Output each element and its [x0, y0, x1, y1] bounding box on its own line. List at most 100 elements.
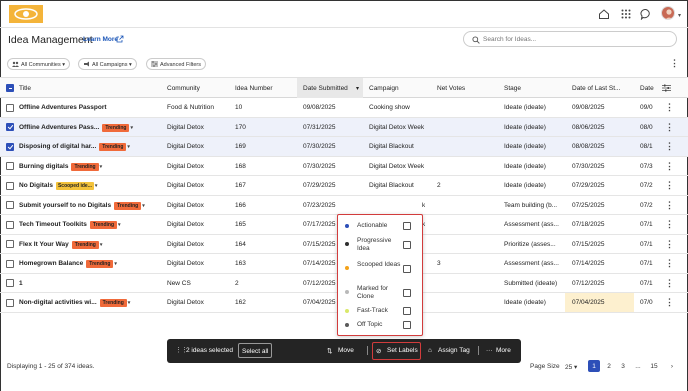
- kebab-icon[interactable]: ⋮: [665, 200, 674, 211]
- idea-title-cell[interactable]: Non-digital activities wi... Trending ▾: [19, 299, 165, 307]
- kebab-icon[interactable]: ⋮: [665, 141, 674, 152]
- row-checkbox[interactable]: [6, 103, 14, 112]
- label-checkbox[interactable]: [403, 241, 411, 249]
- column-header-community[interactable]: Community: [167, 85, 200, 92]
- advanced-filters-button[interactable]: Advanced Filters: [146, 58, 206, 70]
- idea-title[interactable]: Flex It Your Way: [19, 241, 69, 248]
- kebab-icon[interactable]: ⋮: [665, 180, 674, 191]
- row-checkbox[interactable]: [6, 162, 14, 170]
- idea-title-cell[interactable]: Homegrown Balance Trending ▾: [19, 260, 165, 268]
- table-row[interactable]: Submit yourself to no Digitals Trending ▾ D…: [0, 196, 688, 215]
- page-button-3[interactable]: 3: [617, 360, 629, 372]
- logo[interactable]: [9, 5, 43, 23]
- table-row[interactable]: Burning digitals Trending ▾ Digital Detox 16…: [0, 157, 688, 176]
- page-button-15[interactable]: 15: [648, 360, 660, 372]
- learn-more-link[interactable]: Learn More: [83, 36, 118, 43]
- kebab-icon[interactable]: ⋮: [670, 58, 679, 69]
- more-button[interactable]: More: [496, 347, 511, 354]
- idea-title[interactable]: Offline Adventures Passport: [19, 104, 107, 111]
- column-header-date[interactable]: Date: [640, 85, 654, 92]
- tag-badge[interactable]: Trending: [86, 260, 114, 268]
- idea-title[interactable]: Offline Adventures Pass...: [19, 124, 99, 131]
- chevron-down-icon[interactable]: ▾: [114, 261, 117, 267]
- chevron-down-icon[interactable]: ▾: [142, 203, 145, 209]
- next-page-icon[interactable]: ›: [666, 360, 678, 372]
- kebab-icon[interactable]: ⋮: [665, 297, 674, 308]
- idea-title[interactable]: Homegrown Balance: [19, 260, 83, 267]
- idea-title[interactable]: Non-digital activities wi...: [19, 299, 97, 306]
- kebab-icon[interactable]: ⋮: [665, 239, 674, 250]
- row-checkbox[interactable]: [6, 240, 14, 248]
- idea-title[interactable]: Burning digitals: [19, 163, 68, 170]
- table-row[interactable]: Disposing of digital har... Trending ▾ Digi…: [0, 137, 688, 157]
- kebab-icon[interactable]: ⋮: [665, 161, 674, 172]
- kebab-icon[interactable]: ⋮: [665, 122, 674, 133]
- row-checkbox[interactable]: [6, 123, 14, 131]
- idea-title-cell[interactable]: No Digitals Scooped ide... ▾: [19, 182, 165, 190]
- kebab-icon[interactable]: ⋮: [665, 102, 674, 113]
- tag-badge[interactable]: Trending: [89, 221, 118, 229]
- row-checkbox[interactable]: [6, 201, 14, 209]
- move-icon[interactable]: ⇅: [327, 347, 332, 355]
- kebab-icon[interactable]: ⋮: [665, 278, 674, 289]
- column-header-title[interactable]: Title: [19, 85, 31, 92]
- label-checkbox[interactable]: [403, 289, 411, 297]
- select-all-button[interactable]: Select all: [238, 343, 273, 358]
- label-checkbox[interactable]: [403, 222, 411, 230]
- apps-grid-icon[interactable]: [620, 8, 632, 20]
- idea-title[interactable]: 1: [19, 280, 23, 287]
- row-checkbox[interactable]: [6, 279, 14, 287]
- external-link-icon[interactable]: [116, 35, 124, 43]
- table-row[interactable]: Offline Adventures Passport Food & Nutrit…: [0, 98, 688, 118]
- table-row[interactable]: No Digitals Scooped ide... ▾ Digital Detox 1…: [0, 176, 688, 196]
- tag-badge[interactable]: Trending: [99, 299, 127, 307]
- idea-title-cell[interactable]: Offline Adventures Passport: [19, 104, 165, 111]
- row-checkbox[interactable]: [6, 259, 14, 268]
- idea-title-cell[interactable]: Tech Timeout Toolkits Trending ▾: [19, 221, 165, 229]
- label-checkbox[interactable]: [403, 321, 411, 329]
- tag-badge[interactable]: Trending: [71, 162, 99, 171]
- idea-title-cell[interactable]: Offline Adventures Pass... Trending ▾: [19, 123, 165, 132]
- chevron-down-icon[interactable]: ▾: [95, 183, 98, 189]
- home-icon[interactable]: [598, 8, 610, 20]
- chevron-down-icon[interactable]: ▾: [678, 12, 681, 19]
- assign-tag-button[interactable]: Assign Tag: [438, 347, 470, 354]
- kebab-icon[interactable]: ⋮: [665, 219, 674, 230]
- idea-title-cell[interactable]: Burning digitals Trending ▾: [19, 162, 165, 171]
- row-checkbox[interactable]: [6, 298, 14, 307]
- idea-title-cell[interactable]: Flex It Your Way Trending ▾: [19, 240, 165, 249]
- label-checkbox[interactable]: [403, 265, 411, 273]
- settings-sliders-icon[interactable]: [662, 84, 671, 92]
- tag-badge[interactable]: Trending: [99, 143, 127, 151]
- row-checkbox[interactable]: [6, 142, 14, 151]
- search-box[interactable]: [463, 31, 677, 47]
- label-checkbox[interactable]: [403, 307, 411, 315]
- page-size-dropdown[interactable]: 25 ▾: [565, 363, 577, 371]
- idea-title[interactable]: Disposing of digital har...: [19, 143, 96, 150]
- move-button[interactable]: Move: [338, 347, 354, 354]
- tag-badge[interactable]: Scooped ide...: [55, 182, 94, 190]
- page-button-1[interactable]: 1: [588, 360, 600, 372]
- set-labels-text[interactable]: Set Labels: [387, 347, 418, 354]
- select-all-checkbox[interactable]: [6, 84, 14, 92]
- kebab-icon[interactable]: ⋮: [665, 258, 674, 269]
- search-input[interactable]: [483, 34, 668, 45]
- tag-badge[interactable]: Trending: [71, 240, 99, 249]
- chevron-down-icon[interactable]: ▾: [127, 144, 130, 150]
- page-button-2[interactable]: 2: [603, 360, 615, 372]
- column-header-date-last-stage[interactable]: Date of Last St...: [572, 85, 620, 92]
- tag-badge[interactable]: Trending: [102, 123, 130, 132]
- row-checkbox[interactable]: [6, 181, 14, 190]
- chat-icon[interactable]: [640, 8, 652, 20]
- column-header-stage[interactable]: Stage: [504, 85, 521, 92]
- chevron-down-icon[interactable]: ▾: [118, 222, 121, 228]
- chevron-down-icon[interactable]: ▾: [128, 300, 131, 306]
- idea-title-cell[interactable]: 1: [19, 280, 165, 287]
- column-header-campaign[interactable]: Campaign: [369, 85, 399, 92]
- idea-title[interactable]: No Digitals: [19, 182, 53, 189]
- chevron-down-icon[interactable]: ▾: [100, 242, 103, 248]
- tag-badge[interactable]: Trending: [114, 201, 142, 210]
- column-header-net-votes[interactable]: Net Votes: [437, 85, 465, 92]
- sort-desc-icon[interactable]: ▾: [356, 85, 359, 92]
- chevron-down-icon[interactable]: ▾: [100, 164, 103, 170]
